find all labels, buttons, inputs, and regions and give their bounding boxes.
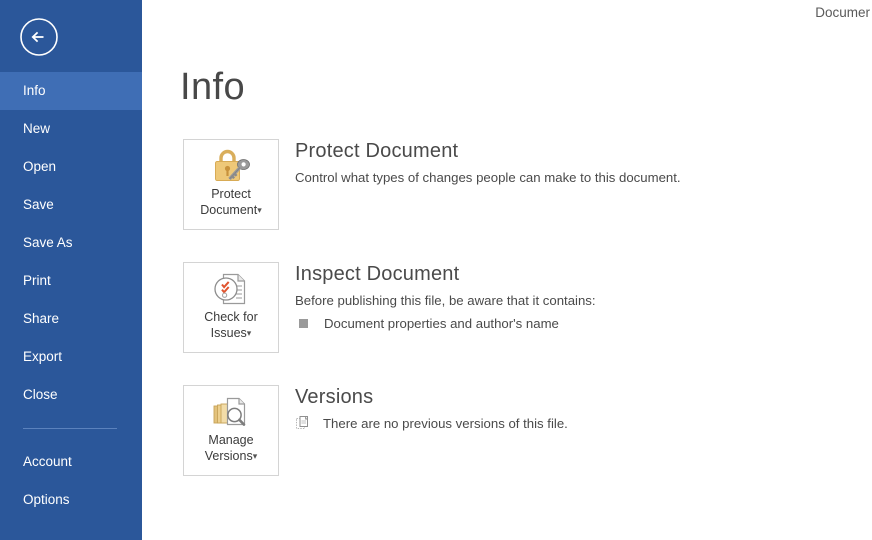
sidebar-item-save[interactable]: Save — [0, 186, 142, 224]
button-label-line2: Versions — [204, 449, 253, 463]
sidebar-item-options[interactable]: Options — [0, 481, 142, 519]
document-stack-magnifier-icon — [184, 386, 278, 432]
chevron-down-icon[interactable]: ▾ — [253, 451, 258, 461]
sidebar-divider — [23, 428, 117, 429]
inspect-bullet-item: Document properties and author's name — [295, 314, 872, 333]
button-label-line2: Document — [200, 203, 258, 217]
document-inspect-check-icon — [184, 263, 278, 309]
document-title: Documer — [815, 5, 870, 20]
sidebar-nav-list: Info New Open Save Save As Print Share E… — [0, 72, 142, 519]
sidebar-item-label: Save As — [23, 235, 73, 250]
sidebar-item-label: Save — [23, 197, 54, 212]
button-label-line1: Protect — [211, 187, 251, 201]
button-label-line1: Manage — [208, 433, 254, 447]
section-subtext: Before publishing this file, be aware th… — [295, 293, 596, 308]
versions-status-row: There are no previous versions of this f… — [295, 414, 872, 436]
padlock-key-icon — [184, 140, 278, 186]
section-heading: Protect Document — [295, 140, 459, 162]
section-heading: Versions — [295, 386, 374, 408]
sidebar-item-label: New — [23, 121, 51, 136]
check-for-issues-button[interactable]: Check for Issues▾ — [183, 262, 279, 353]
versions-text: Versions There are no previous versions … — [295, 385, 872, 436]
sidebar-item-label: Account — [23, 454, 72, 469]
sidebar-item-new[interactable]: New — [0, 110, 142, 148]
sidebar-item-print[interactable]: Print — [0, 262, 142, 300]
sidebar-item-info[interactable]: Info — [0, 72, 142, 110]
protect-document-button[interactable]: Protect Document▾ — [183, 139, 279, 230]
sidebar-item-label: Close — [23, 387, 58, 402]
manage-versions-button[interactable]: Manage Versions▾ — [183, 385, 279, 476]
backstage-main: Documer Info Protect Document▾ Protect D… — [142, 0, 872, 540]
chevron-down-icon[interactable]: ▾ — [257, 205, 262, 215]
sidebar-item-open[interactable]: Open — [0, 148, 142, 186]
chevron-down-icon[interactable]: ▾ — [247, 328, 252, 338]
sidebar-item-label: Info — [23, 83, 46, 98]
protect-document-text: Protect Document Control what types of c… — [295, 139, 872, 187]
sidebar-item-label: Print — [23, 273, 51, 288]
backstage-view: Info New Open Save Save As Print Share E… — [0, 0, 872, 540]
back-arrow-circle-icon[interactable] — [19, 17, 59, 57]
versions-status-text: There are no previous versions of this f… — [323, 416, 568, 431]
sidebar-item-close[interactable]: Close — [0, 376, 142, 414]
square-bullet-icon — [299, 319, 308, 328]
button-label-line2: Issues — [210, 326, 247, 340]
button-label-line1: Check for — [204, 310, 258, 324]
sidebar-item-label: Share — [23, 311, 60, 326]
manage-versions-button-label: Manage Versions▾ — [184, 432, 278, 464]
page-title: Info — [180, 66, 245, 108]
protect-document-button-label: Protect Document▾ — [184, 186, 278, 218]
section-subtext: Control what types of changes people can… — [295, 170, 681, 185]
sidebar-item-label: Export — [23, 349, 63, 364]
document-stack-small-icon — [295, 415, 311, 436]
check-for-issues-button-label: Check for Issues▾ — [184, 309, 278, 341]
bullet-text: Document properties and author's name — [324, 316, 559, 331]
backstage-sidebar: Info New Open Save Save As Print Share E… — [0, 0, 142, 540]
sidebar-item-export[interactable]: Export — [0, 338, 142, 376]
sidebar-item-share[interactable]: Share — [0, 300, 142, 338]
sidebar-item-label: Open — [23, 159, 57, 174]
inspect-document-text: Inspect Document Before publishing this … — [295, 262, 872, 333]
sidebar-item-save-as[interactable]: Save As — [0, 224, 142, 262]
sidebar-item-label: Options — [23, 492, 70, 507]
section-heading: Inspect Document — [295, 263, 460, 285]
sidebar-item-account[interactable]: Account — [0, 443, 142, 481]
